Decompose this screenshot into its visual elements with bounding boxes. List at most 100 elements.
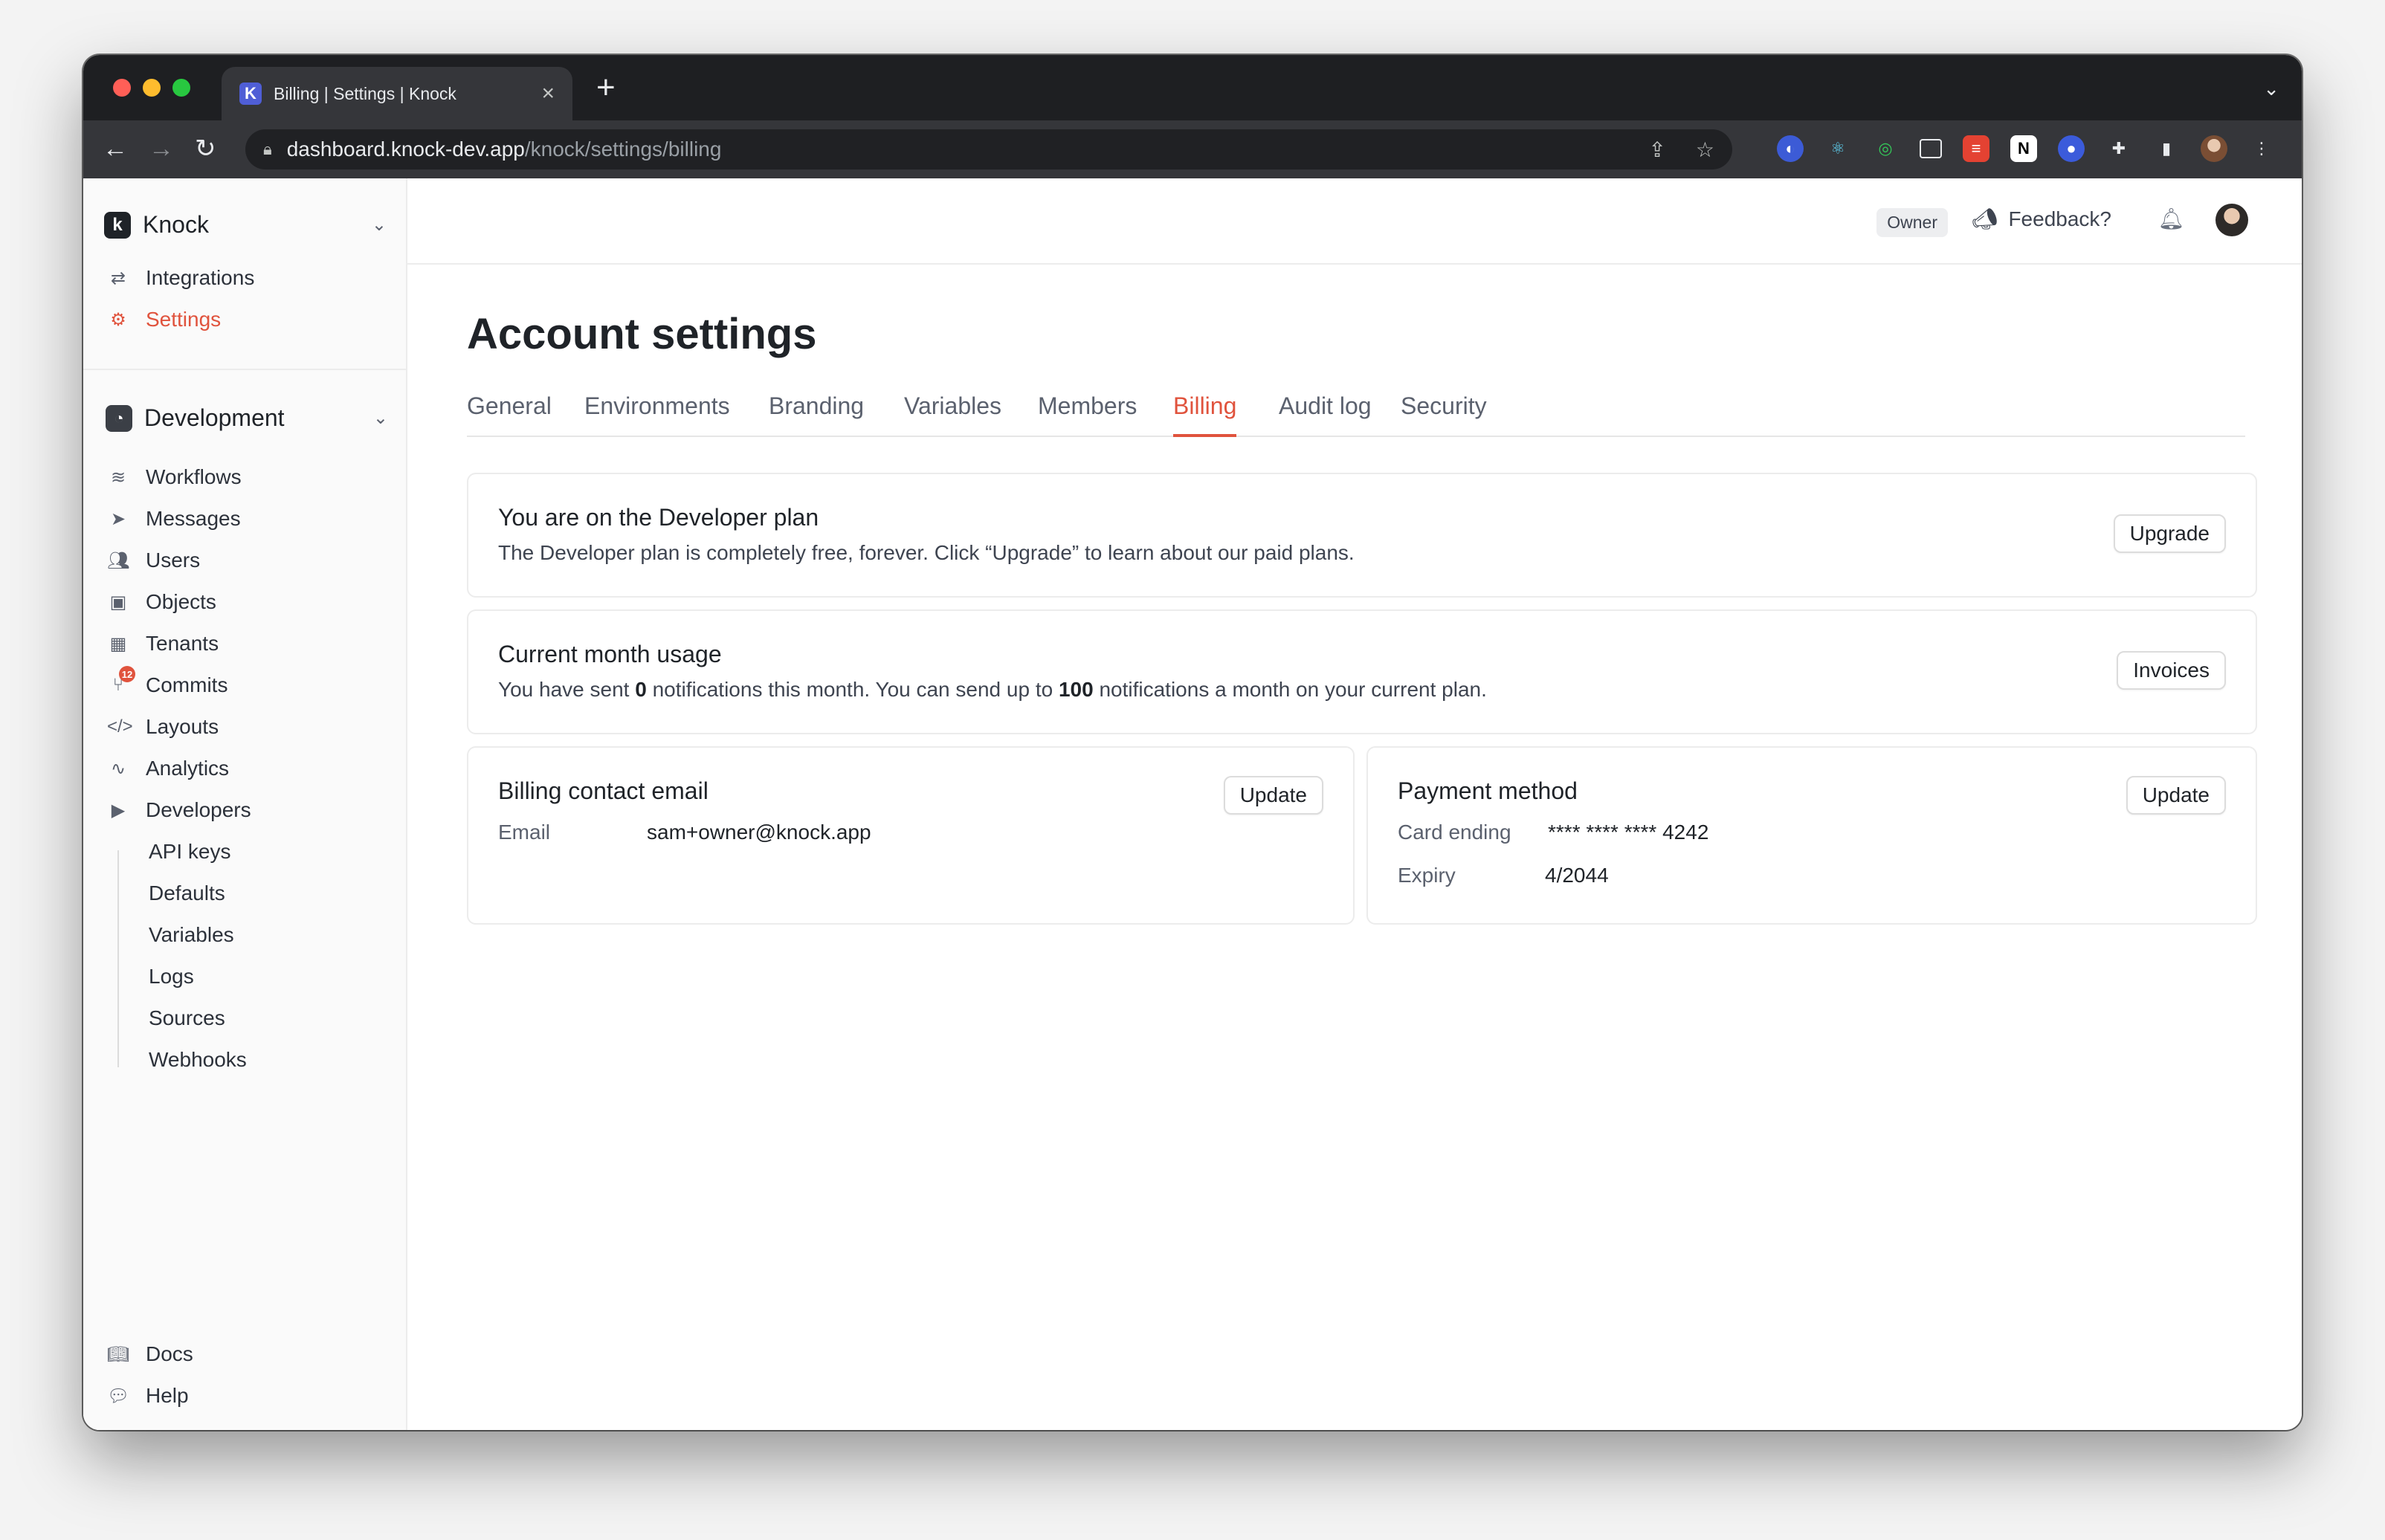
account-name: Knock bbox=[143, 211, 209, 238]
tab-search-chevron-icon[interactable]: ⌄ bbox=[2263, 77, 2279, 100]
plan-card-description: The Developer plan is completely free, f… bbox=[498, 541, 1355, 564]
tab-audit-log[interactable]: Audit log bbox=[1279, 392, 1372, 437]
notion-icon[interactable]: N bbox=[2010, 135, 2037, 162]
feedback-label: Feedback? bbox=[2008, 207, 2111, 230]
address-bar[interactable]: 🔒︎ dashboard.knock-dev.app /knock/settin… bbox=[245, 129, 1732, 169]
sidebar-item-settings[interactable]: ⚙ Settings bbox=[107, 308, 221, 331]
update-payment-button[interactable]: Update bbox=[2126, 776, 2226, 815]
extension-4-icon[interactable] bbox=[1920, 139, 1942, 158]
sidebar-item-workflows[interactable]: ≋ Workflows bbox=[107, 465, 242, 489]
settings-tabs: General Environments Branding Variables … bbox=[467, 392, 2245, 437]
tab-members[interactable]: Members bbox=[1038, 392, 1137, 437]
feedback-button[interactable]: 📣︎ Feedback? bbox=[1972, 207, 2111, 231]
sidebar-divider bbox=[83, 369, 406, 370]
browser-tab[interactable]: K Billing | Settings | Knock × bbox=[222, 67, 572, 120]
sidebar-item-label: Workflows bbox=[146, 465, 242, 488]
back-arrow-icon[interactable]: ← bbox=[103, 134, 128, 164]
sidebar-item-analytics[interactable]: ∿ Analytics bbox=[107, 757, 229, 780]
sidebar-item-label: Docs bbox=[146, 1342, 193, 1365]
todoist-icon[interactable]: ≡ bbox=[1963, 135, 1989, 162]
sidebar-item-users[interactable]: 👥︎ Users bbox=[107, 549, 200, 572]
maximize-window-button[interactable] bbox=[172, 79, 190, 97]
sidebar-item-help[interactable]: 💬︎ Help bbox=[107, 1384, 189, 1408]
sidebar-subitem-variables[interactable]: Variables bbox=[149, 923, 234, 947]
tab-billing[interactable]: Billing bbox=[1173, 392, 1237, 437]
sidebar-item-label: Developers bbox=[146, 798, 251, 821]
update-email-button[interactable]: Update bbox=[1223, 776, 1323, 815]
sidebar-item-developers[interactable]: ▶ Developers bbox=[107, 798, 251, 822]
activity-icon: ∿ bbox=[110, 758, 126, 779]
environment-icon: ◔ bbox=[106, 404, 132, 432]
sidebar-subitem-defaults[interactable]: Defaults bbox=[149, 881, 225, 905]
email-value: sam+owner@knock.app bbox=[647, 821, 871, 844]
knock-favicon-icon: K bbox=[239, 82, 262, 105]
top-header: Owner 📣︎ Feedback? 🔔︎ bbox=[407, 178, 2302, 265]
billing-email-card: Billing contact email Email sam+owner@kn… bbox=[467, 746, 1355, 925]
tab-close-icon[interactable]: × bbox=[541, 82, 555, 105]
extension-7-icon[interactable]: ● bbox=[2058, 135, 2085, 162]
sidebar-item-messages[interactable]: ➤ Messages bbox=[107, 507, 241, 531]
tab-security[interactable]: Security bbox=[1401, 392, 1487, 437]
role-badge: Owner bbox=[1876, 208, 1948, 237]
environment-name: Development bbox=[144, 404, 285, 431]
bookmark-star-icon[interactable]: ☆ bbox=[1696, 138, 1714, 162]
new-tab-icon[interactable]: + bbox=[596, 71, 616, 104]
invoices-button[interactable]: Invoices bbox=[2117, 651, 2226, 690]
share-icon[interactable]: ⇪ bbox=[1648, 138, 1665, 162]
tab-general[interactable]: General bbox=[467, 392, 552, 437]
user-avatar[interactable] bbox=[2215, 204, 2248, 236]
sidebar-item-label: Layouts bbox=[146, 715, 219, 738]
sidebar-item-label: Settings bbox=[146, 308, 222, 331]
tab-branding[interactable]: Branding bbox=[769, 392, 864, 437]
sidebar: k Knock ⌄ ⇄ Integrations ⚙ Settings ◔ De… bbox=[83, 178, 407, 1430]
browser-tab-title: Billing | Settings | Knock bbox=[274, 83, 456, 103]
sidebar-item-docs[interactable]: 📖︎ Docs bbox=[107, 1342, 193, 1366]
environment-switcher[interactable]: ◔ Development ⌄ bbox=[106, 404, 388, 432]
kebab-menu-icon[interactable]: ⋮ bbox=[2248, 135, 2275, 162]
sidebar-subitem-logs[interactable]: Logs bbox=[149, 965, 194, 989]
objects-icon: ▣ bbox=[109, 592, 127, 612]
sidebar-item-objects[interactable]: ▣ Objects bbox=[107, 590, 216, 614]
payment-method-card: Payment method Card ending **** **** ***… bbox=[1366, 746, 2257, 925]
react-devtools-icon[interactable]: ⚛ bbox=[1824, 135, 1851, 162]
billing-email-title: Billing contact email bbox=[498, 777, 709, 804]
sidebar-item-integrations[interactable]: ⇄ Integrations bbox=[107, 266, 254, 290]
reload-icon[interactable]: ↻ bbox=[195, 134, 216, 164]
side-panel-icon[interactable]: ▮ bbox=[2153, 135, 2180, 162]
tab-environments[interactable]: Environments bbox=[584, 392, 730, 437]
profile-avatar-icon[interactable] bbox=[2201, 135, 2227, 162]
upgrade-button[interactable]: Upgrade bbox=[2113, 514, 2226, 553]
expiry-value: 4/2044 bbox=[1545, 864, 1609, 887]
knock-app: k Knock ⌄ ⇄ Integrations ⚙ Settings ◔ De… bbox=[83, 178, 2302, 1430]
extension-1-icon[interactable]: ◐ bbox=[1777, 135, 1804, 162]
close-window-button[interactable] bbox=[113, 79, 131, 97]
sidebar-subitem-webhooks[interactable]: Webhooks bbox=[149, 1048, 247, 1072]
chevron-down-icon: ⌄ bbox=[372, 408, 388, 428]
book-icon: 📖︎ bbox=[107, 1344, 130, 1365]
knock-logo-icon: k bbox=[104, 211, 131, 239]
browser-tab-bar: K Billing | Settings | Knock × + ⌄ bbox=[83, 55, 2302, 120]
usage-card-description: You have sent 0 notifications this month… bbox=[498, 678, 1487, 701]
bell-icon[interactable]: 🔔︎ bbox=[2158, 207, 2184, 231]
forward-arrow-icon[interactable]: → bbox=[149, 134, 174, 164]
card-ending-label: Card ending bbox=[1398, 821, 1511, 844]
extension-3-icon[interactable]: ◎ bbox=[1872, 135, 1899, 162]
minimize-window-button[interactable] bbox=[143, 79, 161, 97]
sidebar-item-label: Commits bbox=[146, 673, 228, 696]
sidebar-item-tenants[interactable]: ▦ Tenants bbox=[107, 632, 219, 656]
sidebar-subitem-api-keys[interactable]: API keys bbox=[149, 840, 230, 864]
page-title: Account settings bbox=[467, 310, 817, 358]
sidebar-subitem-sources[interactable]: Sources bbox=[149, 1006, 225, 1030]
chat-icon: 💬︎ bbox=[107, 1385, 130, 1406]
developers-subnav-line bbox=[117, 850, 119, 1067]
tab-variables[interactable]: Variables bbox=[904, 392, 1001, 437]
url-path: /knock/settings/billing bbox=[524, 138, 722, 161]
puzzle-extensions-icon[interactable]: ✚ bbox=[2105, 135, 2132, 162]
gear-icon: ⚙ bbox=[110, 309, 126, 330]
layers-icon: ≋ bbox=[110, 467, 126, 488]
sidebar-item-label: Integrations bbox=[146, 266, 255, 289]
sidebar-item-layouts[interactable]: </> Layouts bbox=[107, 715, 219, 739]
commits-count-badge: 12 bbox=[119, 666, 135, 682]
sidebar-item-label: Messages bbox=[146, 507, 241, 530]
account-switcher[interactable]: k Knock ⌄ bbox=[104, 211, 387, 239]
